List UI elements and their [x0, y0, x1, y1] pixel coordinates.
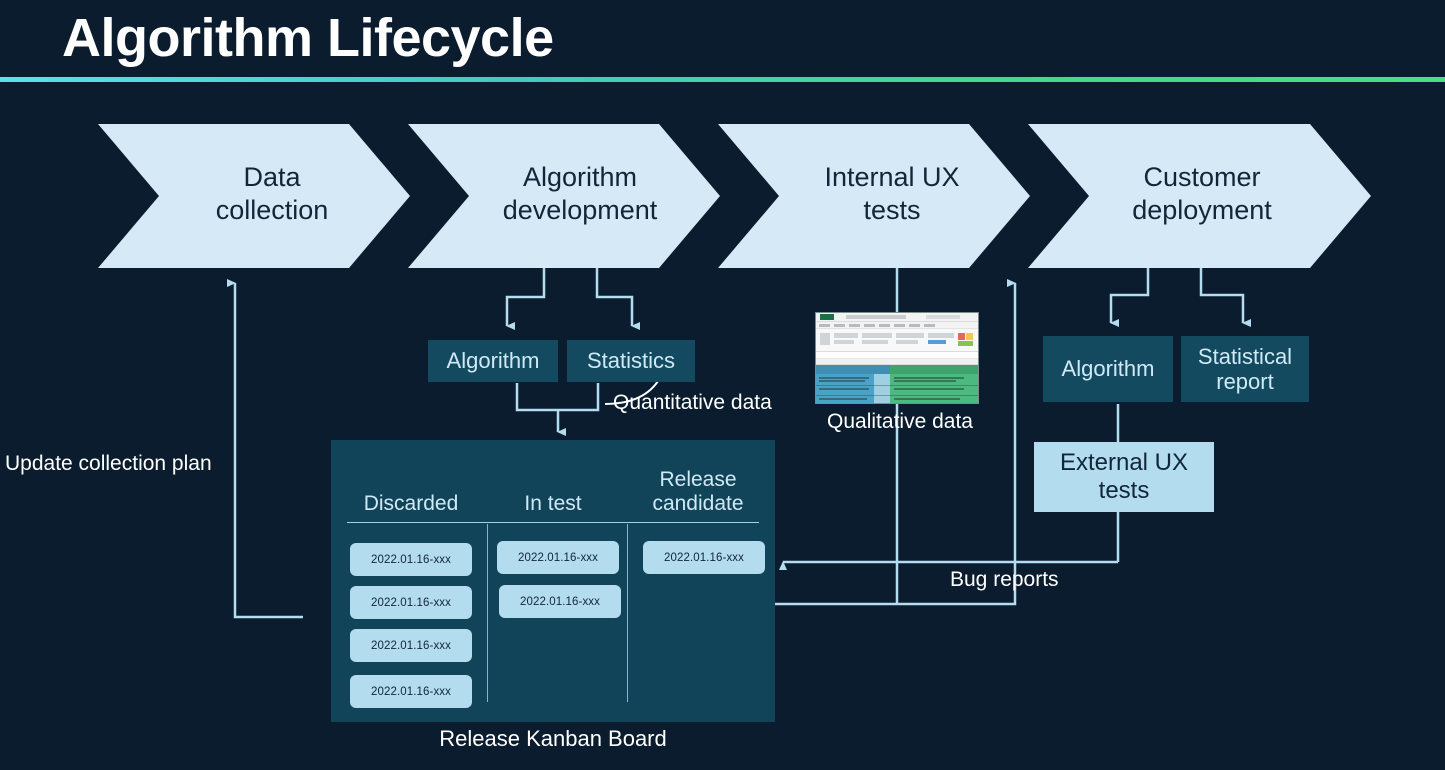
ribbon-tab: [864, 323, 875, 327]
chevron-label-stage-2: Algorithm development: [503, 162, 658, 225]
chevron-stage-3-line1: Internal UX: [824, 162, 959, 192]
spreadsheet-filename-placeholder: [846, 314, 906, 319]
chevron-label-stage-1: Data collection: [216, 162, 329, 225]
chevron-label-stage-3: Internal UX tests: [824, 162, 959, 225]
box-external-ux-tests-line1: External UX: [1059, 449, 1189, 477]
chevron-stage-4-line2: deployment: [1132, 195, 1272, 225]
excel-logo-icon: [820, 314, 834, 320]
ribbon-tab: [834, 323, 845, 327]
label-update-collection-plan: Update collection plan: [5, 452, 212, 475]
ribbon-tab: [819, 323, 830, 327]
chevron-stage-2-line1: Algorithm: [523, 162, 637, 192]
spreadsheet-grid: [816, 365, 978, 403]
slide-canvas: Algorithm Lifecycle Data collection Algo…: [0, 0, 1445, 770]
ribbon-tab: [879, 323, 890, 327]
ribbon-tab: [909, 323, 920, 327]
chevron-stage-4-line1: Customer: [1143, 162, 1260, 192]
chevron-label-stage-4: Customer deployment: [1132, 162, 1272, 225]
label-qualitative-data: Qualitative data: [827, 410, 973, 433]
ribbon-tab: [849, 323, 860, 327]
chevron-label-layer: Data collection Algorithm development In…: [216, 162, 1273, 225]
ribbon-tab: [924, 323, 935, 327]
spreadsheet-formula-bar: [816, 352, 978, 359]
label-quantitative-data: Quantitative data: [613, 391, 772, 414]
spreadsheet-ribbon: [816, 329, 978, 352]
ribbon-tab: [894, 323, 905, 327]
label-bug-reports: Bug reports: [950, 568, 1059, 591]
spreadsheet-ribbon-tabs: [816, 322, 978, 329]
box-external-ux-tests-line2: tests: [1098, 477, 1150, 504]
spreadsheet-thumbnail[interactable]: [816, 313, 978, 403]
chevron-stage-1-line1: Data: [243, 162, 301, 192]
spreadsheet-search-placeholder: [926, 314, 960, 319]
chevron-stage-2-line2: development: [503, 195, 658, 225]
chevron-stage-1-line2: collection: [216, 195, 329, 225]
spreadsheet-titlebar: [816, 313, 978, 322]
chevron-stage-3-line2: tests: [863, 195, 920, 225]
box-external-ux-tests[interactable]: External UX tests: [1034, 442, 1214, 512]
